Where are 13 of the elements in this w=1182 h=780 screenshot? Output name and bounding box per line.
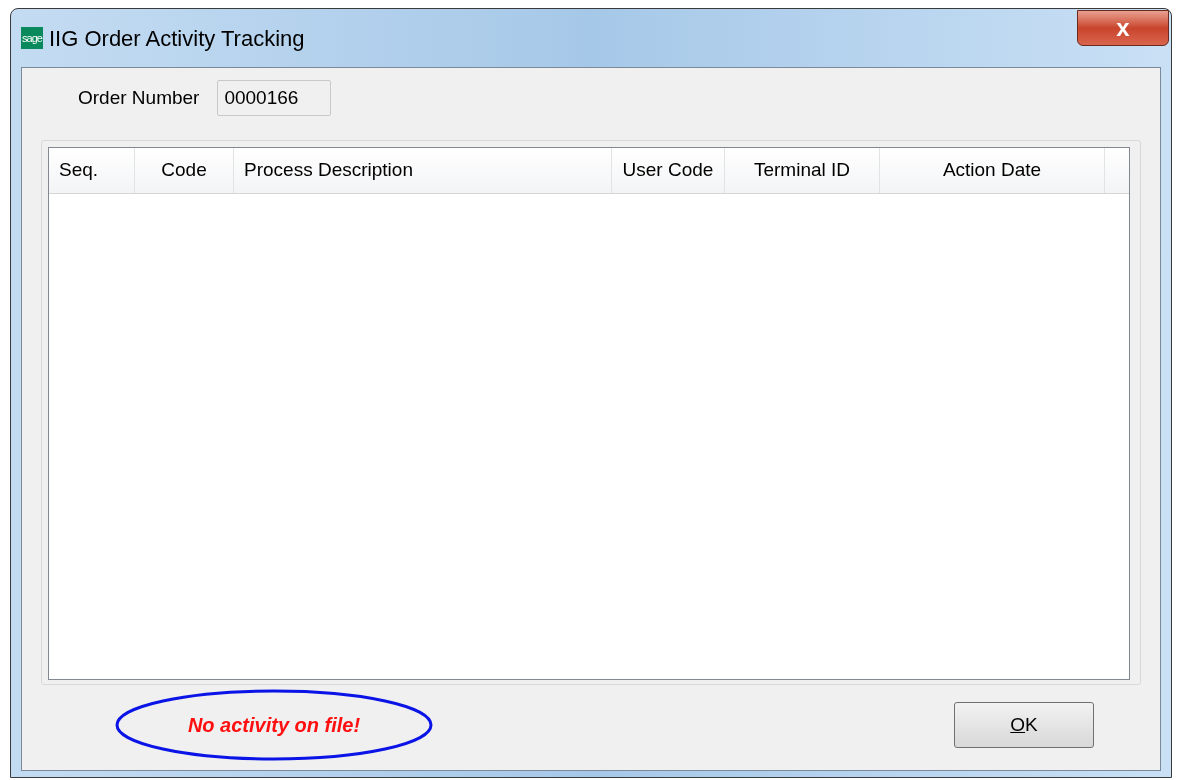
window-title: IIG Order Activity Tracking bbox=[49, 24, 305, 53]
ok-button[interactable]: OK bbox=[954, 702, 1094, 748]
app-logo: sage bbox=[21, 27, 43, 49]
close-button[interactable]: x bbox=[1077, 10, 1169, 46]
column-header[interactable]: Code bbox=[135, 148, 234, 193]
order-number-field[interactable]: 0000166 bbox=[217, 80, 332, 116]
column-header[interactable]: Action Date bbox=[880, 148, 1105, 193]
column-header[interactable]: Terminal ID bbox=[725, 148, 880, 193]
column-header[interactable]: Process Description bbox=[234, 148, 612, 193]
field-label: Order Number bbox=[78, 85, 200, 110]
column-header[interactable]: User Code bbox=[612, 148, 725, 193]
status-message: No activity on file! bbox=[187, 713, 361, 738]
column-header[interactable]: Seq. bbox=[49, 148, 135, 193]
